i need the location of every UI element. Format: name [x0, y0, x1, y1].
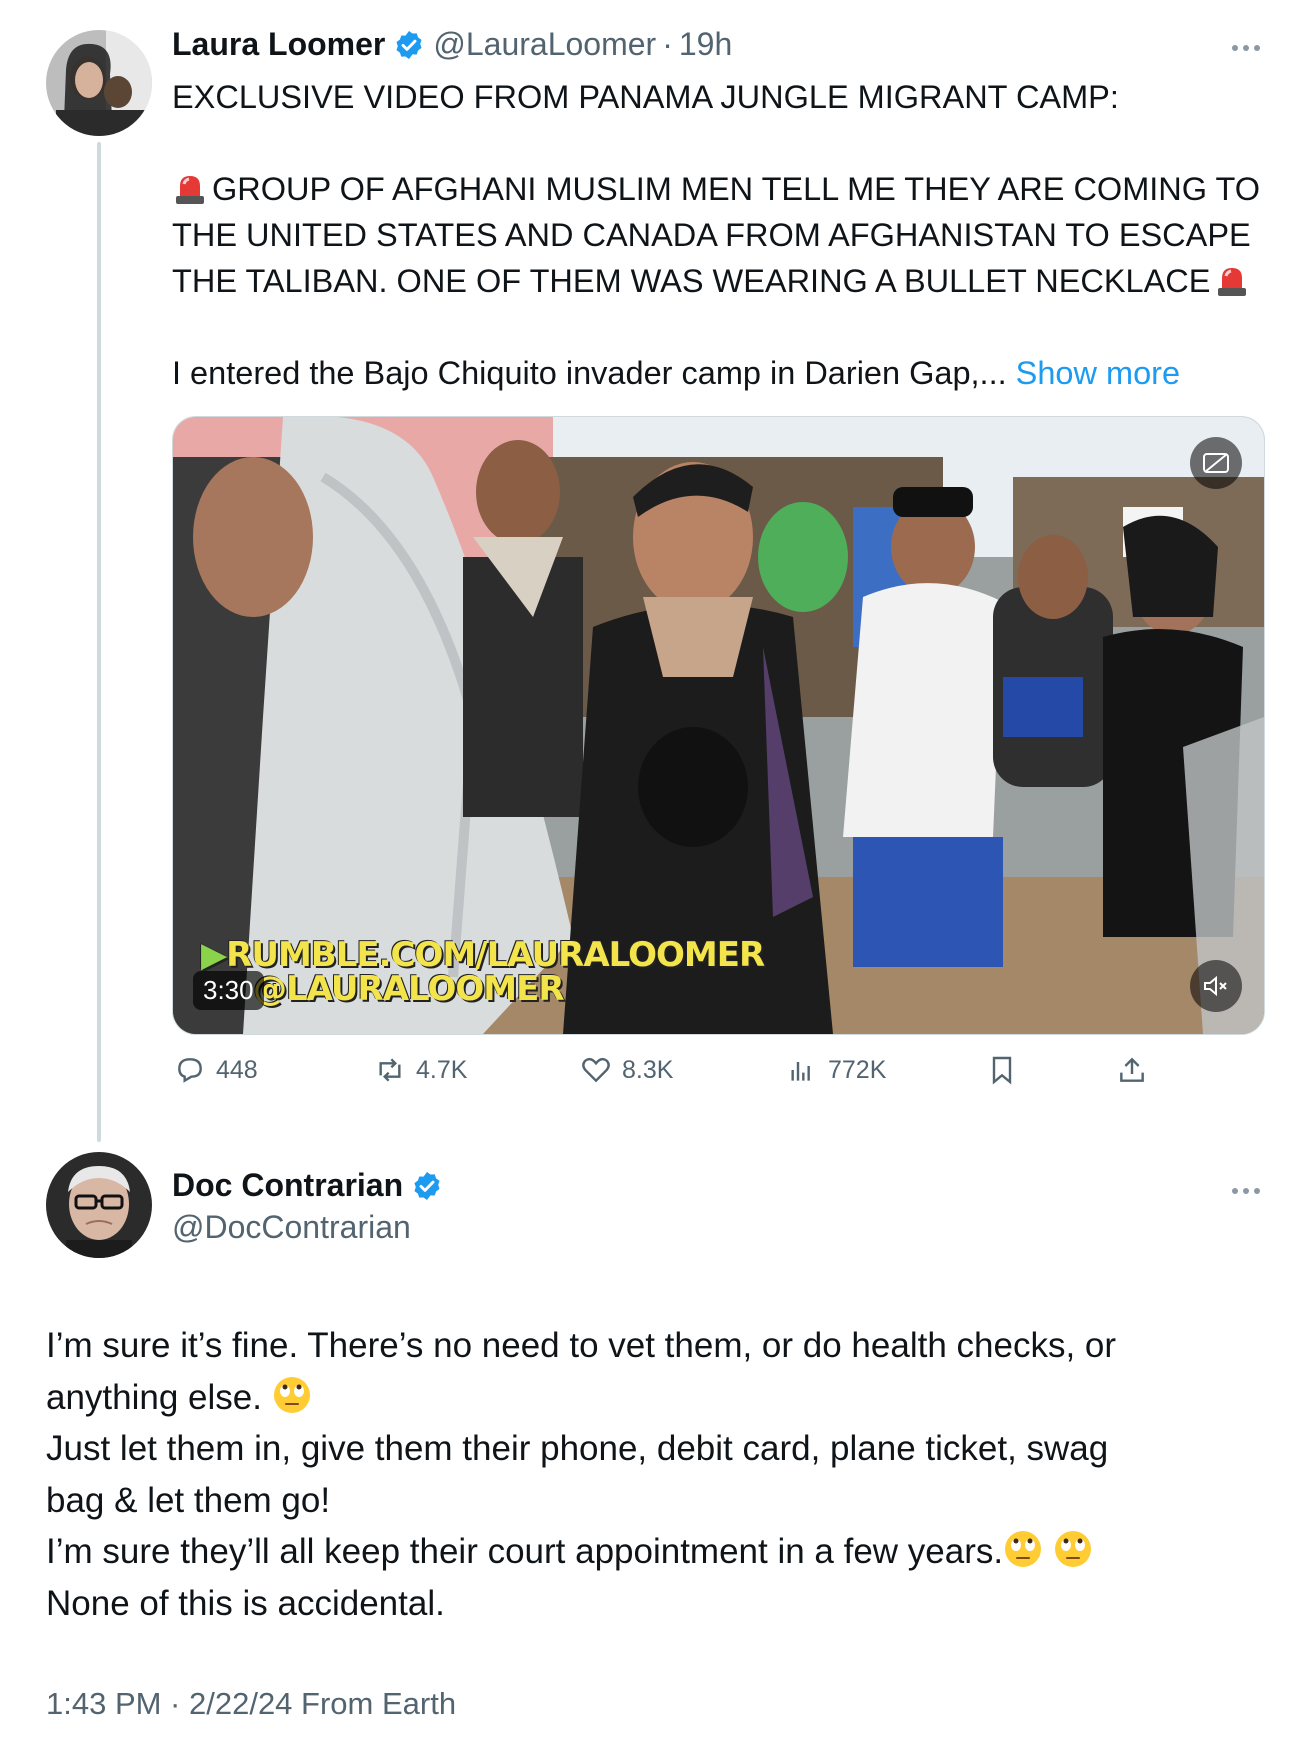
views-icon	[791, 1062, 810, 1081]
video-duration: 3:30	[193, 971, 264, 1010]
share-button[interactable]	[1116, 1054, 1158, 1086]
reply-line: anything else.	[46, 1372, 1116, 1424]
separator-dot: ·	[662, 26, 673, 62]
view-count: 772K	[828, 1055, 887, 1084]
reply-line: None of this is accidental.	[46, 1583, 445, 1623]
share-icon	[1120, 1057, 1144, 1082]
reply-count: 448	[216, 1055, 258, 1084]
show-more-link[interactable]: Show more	[1016, 355, 1180, 391]
reply-line: bag & let them go!	[46, 1480, 331, 1520]
reply-icon	[178, 1058, 202, 1083]
eye-roll-emoji-icon	[1005, 1531, 1042, 1567]
reply-line-text: anything else.	[46, 1377, 262, 1417]
author-avatar[interactable]	[46, 30, 152, 136]
video-player[interactable]: ▶RUMBLE.COM/LAURALOOMER @LAURALOOMER 3:3…	[172, 416, 1265, 1035]
siren-emoji-icon	[1218, 268, 1247, 296]
post-line-text: I entered the Bajo Chiquito invader camp…	[172, 355, 1007, 391]
post-text: EXCLUSIVE VIDEO FROM PANAMA JUNGLE MIGRA…	[172, 74, 1260, 396]
post-line: THE TALIBAN. ONE OF THEM WAS WEARING A B…	[172, 258, 1260, 304]
reply-button[interactable]: 448	[174, 1054, 258, 1086]
reply-line: I’m sure they’ll all keep their court ap…	[46, 1526, 1116, 1578]
reply-author-name[interactable]: Doc Contrarian	[172, 1167, 403, 1204]
reply-line-text: I’m sure they’ll all keep their court ap…	[46, 1532, 1004, 1571]
reply-author-handle[interactable]: @DocContrarian	[172, 1209, 411, 1246]
post-line-text: GROUP OF AFGHANI MUSLIM MEN TELL ME THEY…	[212, 171, 1261, 207]
repost-icon	[379, 1058, 401, 1082]
eye-roll-emoji-icon	[1054, 1531, 1091, 1567]
author-handle[interactable]: @LauraLoomer	[433, 26, 656, 63]
reply-timestamp[interactable]: 1:43 PM · 2/22/24 From Earth	[46, 1686, 456, 1722]
reply-header: Doc Contrarian	[172, 1167, 443, 1204]
more-options-icon[interactable]	[1232, 45, 1260, 51]
mute-icon[interactable]	[1190, 960, 1242, 1012]
eye-roll-emoji-icon	[273, 1376, 310, 1413]
post-line: THE UNITED STATES AND CANADA FROM AFGHAN…	[172, 217, 1251, 253]
verified-badge-icon	[396, 30, 422, 59]
post-line: GROUP OF AFGHANI MUSLIM MEN TELL ME THEY…	[172, 166, 1260, 212]
post-line: I entered the Bajo Chiquito invader camp…	[172, 350, 1260, 396]
thread-line	[97, 142, 101, 1142]
repost-count: 4.7K	[416, 1055, 468, 1084]
author-name[interactable]: Laura Loomer	[172, 26, 385, 63]
more-options-icon[interactable]	[1232, 1188, 1260, 1194]
reply-author-avatar[interactable]	[46, 1152, 152, 1258]
reply-line: I’m sure it’s fine. There’s no need to v…	[46, 1326, 1117, 1365]
post-line-text: THE TALIBAN. ONE OF THEM WAS WEARING A B…	[172, 263, 1211, 299]
reply-line: Just let them in, give them their phone,…	[46, 1429, 1109, 1468]
captions-icon[interactable]	[1190, 437, 1242, 489]
heart-icon	[582, 1057, 610, 1083]
reply-text: I’m sure it’s fine. There’s no need to v…	[46, 1320, 1116, 1629]
bookmark-button[interactable]	[986, 1054, 1028, 1086]
like-button[interactable]: 8.3K	[580, 1054, 673, 1086]
siren-emoji-icon	[176, 176, 204, 204]
views-button[interactable]: 772K	[786, 1054, 886, 1086]
post-line: EXCLUSIVE VIDEO FROM PANAMA JUNGLE MIGRA…	[172, 79, 1119, 115]
like-count: 8.3K	[622, 1055, 674, 1084]
bookmark-icon	[992, 1056, 1012, 1085]
verified-badge-icon	[414, 1171, 440, 1200]
watermark-handle: @LAURALOOMER	[253, 969, 565, 1009]
repost-button[interactable]: 4.7K	[374, 1054, 467, 1086]
post-time[interactable]: 19h	[679, 26, 732, 63]
post-header: Laura Loomer @LauraLoomer · 19h	[172, 26, 732, 63]
